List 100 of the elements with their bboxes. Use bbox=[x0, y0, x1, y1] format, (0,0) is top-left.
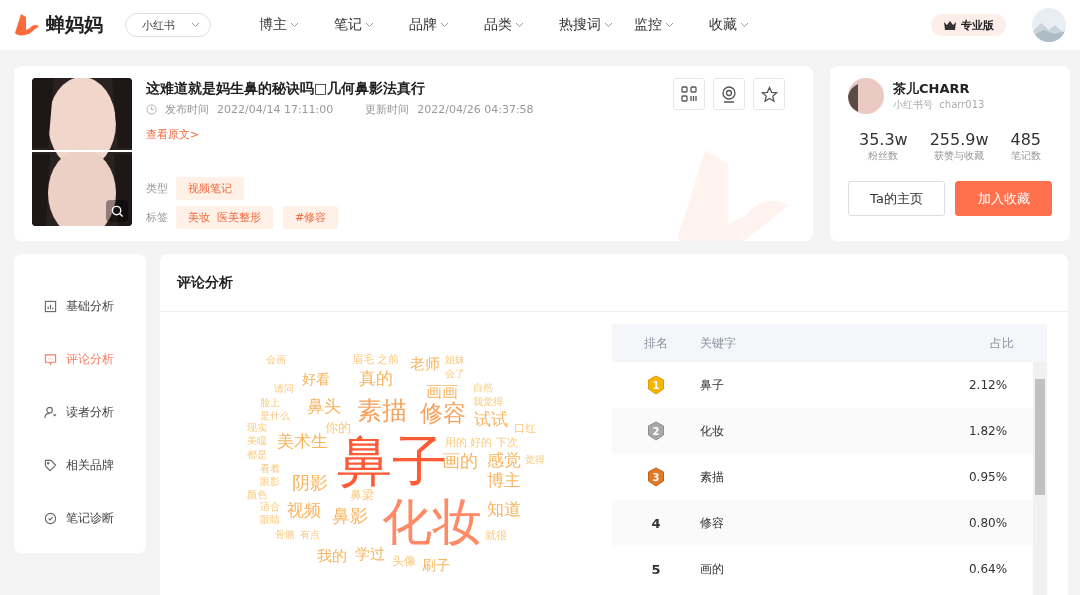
nav-item[interactable]: 品类 bbox=[484, 16, 559, 34]
cloud-word: 骨骼 bbox=[275, 530, 295, 540]
scrollbar[interactable] bbox=[1033, 362, 1047, 595]
medal-icon: 1 bbox=[647, 375, 665, 395]
cloud-word: 头像 bbox=[392, 555, 416, 567]
column-header: 关键字 bbox=[700, 334, 736, 352]
keyword-cell: 化妆 bbox=[700, 422, 724, 440]
panel-title: 评论分析 bbox=[160, 254, 1068, 312]
keyword-cell: 画的 bbox=[700, 560, 724, 578]
keyword-cell: 修容 bbox=[700, 514, 724, 532]
cloud-word: 用的 好的 下次 bbox=[445, 437, 518, 448]
caret-icon bbox=[191, 22, 200, 28]
cloud-word: 眉毛 之前 bbox=[352, 354, 400, 365]
caret-icon bbox=[290, 22, 299, 28]
stat-value: 35.3w bbox=[858, 130, 908, 149]
camera-button[interactable] bbox=[713, 78, 745, 110]
chart-icon bbox=[44, 300, 57, 313]
cloud-word: 素描 bbox=[357, 398, 407, 423]
column-header: 排名 bbox=[644, 334, 668, 352]
cloud-word: 视频 bbox=[287, 502, 321, 519]
sidebar-item[interactable]: 基础分析 bbox=[14, 280, 146, 333]
rank-number: 5 bbox=[651, 561, 661, 577]
nav-item[interactable]: 品牌 bbox=[409, 16, 484, 34]
caret-icon bbox=[665, 22, 674, 28]
qr-icon bbox=[681, 86, 697, 102]
crown-icon bbox=[943, 19, 957, 31]
sidebar-item[interactable]: 笔记诊断 bbox=[14, 492, 146, 545]
note-title: 这难道就是妈生鼻的秘诀吗□几何鼻影法真行 bbox=[146, 80, 426, 98]
caret-icon bbox=[604, 22, 613, 28]
type-tag: 视频笔记 bbox=[176, 177, 244, 200]
share-cell: 0.64% bbox=[968, 562, 1008, 576]
zoom-button[interactable] bbox=[106, 200, 128, 222]
search-icon bbox=[110, 204, 124, 218]
share-cell: 0.80% bbox=[968, 516, 1008, 530]
cloud-word: 我觉得 bbox=[473, 397, 503, 407]
nav-item[interactable]: 笔记 bbox=[334, 16, 409, 34]
cloud-word: 请问 bbox=[274, 384, 294, 394]
publish-label: 发布时间 bbox=[165, 102, 209, 117]
cloud-word: 修容 bbox=[420, 402, 466, 425]
homepage-button[interactable]: Ta的主页 bbox=[848, 181, 945, 216]
author-id: 小红书号 charr013 bbox=[893, 98, 985, 112]
share-cell: 2.12% bbox=[968, 378, 1008, 392]
cloud-word: 自然 bbox=[473, 383, 493, 393]
avatar bbox=[848, 78, 884, 114]
tags-label: 标签 bbox=[146, 210, 166, 225]
cloud-word: 有点 bbox=[300, 530, 320, 540]
pro-badge[interactable]: 专业版 bbox=[931, 14, 1006, 36]
cloud-word: 看着 bbox=[260, 464, 280, 474]
favorite-button[interactable] bbox=[753, 78, 785, 110]
cloud-word: 美瞳 bbox=[247, 436, 267, 446]
cloud-word: 美术生 bbox=[277, 433, 328, 450]
cloud-word: 你的 bbox=[325, 421, 351, 434]
update-time: 2022/04/26 04:37:58 bbox=[417, 103, 534, 116]
share-cell: 1.82% bbox=[968, 424, 1008, 438]
share-cell: 0.95% bbox=[968, 470, 1008, 484]
cloud-word: 我的 bbox=[317, 549, 347, 564]
cloud-word: 阴影 bbox=[292, 474, 328, 492]
comment-icon bbox=[44, 353, 57, 366]
cloud-word: 鼻头 bbox=[307, 398, 341, 415]
cloud-word: 觉得 bbox=[525, 455, 545, 465]
logo-icon bbox=[14, 13, 40, 37]
sidebar-item[interactable]: 读者分析 bbox=[14, 386, 146, 439]
cloud-word: 就很 bbox=[485, 530, 507, 541]
sidebar-item[interactable]: 相关品牌 bbox=[14, 439, 146, 492]
clock-icon bbox=[146, 104, 157, 115]
keyword-cell: 鼻子 bbox=[700, 376, 724, 394]
rank-number: 4 bbox=[651, 515, 661, 531]
cloud-word: 眼睛 bbox=[260, 515, 280, 525]
topic-tag: #修容 bbox=[283, 206, 339, 229]
stat-value: 255.9w bbox=[929, 130, 989, 149]
tag-icon bbox=[44, 459, 57, 472]
nav-item[interactable]: 博主 bbox=[259, 16, 334, 34]
topic-tag: 美妆 医美整形 bbox=[176, 206, 273, 229]
nav-item[interactable]: 热搜词 bbox=[559, 16, 634, 34]
cloud-word: 化妆 bbox=[382, 497, 482, 547]
cloud-word: 好看 bbox=[302, 372, 330, 386]
stat-label: 笔记数 bbox=[1010, 149, 1041, 163]
webcam-icon bbox=[721, 85, 737, 103]
caret-icon bbox=[515, 22, 524, 28]
cloud-word: 姐妹 bbox=[445, 355, 465, 365]
publish-time: 2022/04/14 17:11:00 bbox=[217, 103, 334, 116]
cloud-word: 是什么 bbox=[260, 411, 290, 421]
cloud-word: 口红 bbox=[514, 423, 536, 434]
cloud-word: 适合 bbox=[260, 502, 280, 512]
cloud-word: 会画 bbox=[266, 355, 286, 365]
qr-button[interactable] bbox=[673, 78, 705, 110]
cloud-word: 鼻梁 bbox=[350, 489, 374, 501]
nav-item[interactable]: 监控 bbox=[634, 16, 709, 34]
cloud-word: 感觉 bbox=[487, 452, 521, 469]
stat-label: 获赞与收藏 bbox=[934, 149, 985, 163]
column-header: 占比 bbox=[990, 334, 1014, 352]
user-icon bbox=[44, 406, 57, 419]
cloud-word: 真的 bbox=[359, 370, 393, 387]
cloud-word: 刷子 bbox=[422, 558, 450, 572]
cloud-word: 试试 bbox=[474, 411, 508, 428]
nav-item[interactable]: 收藏 bbox=[709, 16, 784, 34]
cloud-word: 脸上 bbox=[260, 398, 280, 408]
cloud-word: 都是 bbox=[247, 450, 267, 460]
medal-icon: 2 bbox=[647, 421, 665, 441]
caret-icon bbox=[440, 22, 449, 28]
